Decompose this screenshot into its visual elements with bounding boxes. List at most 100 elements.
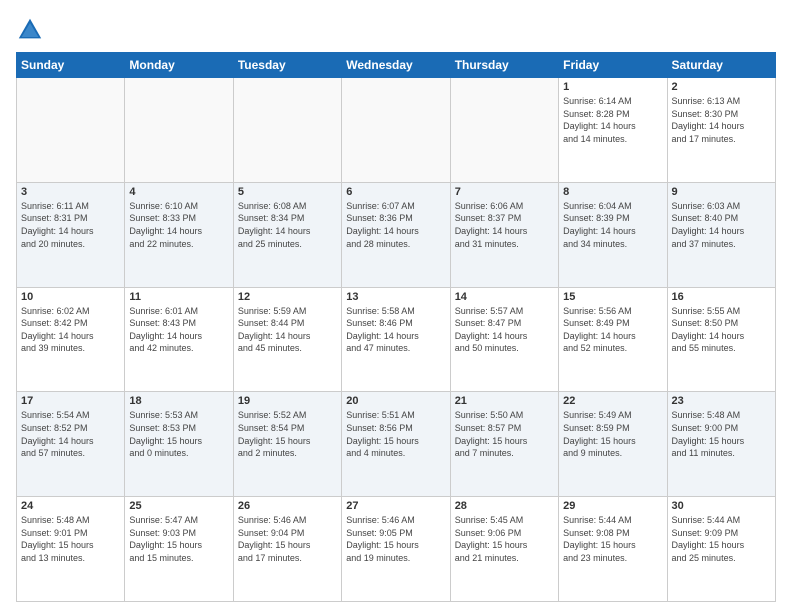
- weekday-header: Monday: [125, 53, 233, 78]
- calendar-cell: [450, 78, 558, 183]
- calendar-cell: [17, 78, 125, 183]
- calendar-cell: 26 Sunrise: 5:46 AM Sunset: 9:04 PM Dayli…: [233, 497, 341, 602]
- calendar-cell: 15 Sunrise: 5:56 AM Sunset: 8:49 PM Dayli…: [559, 287, 667, 392]
- calendar-cell: [233, 78, 341, 183]
- day-info: Sunrise: 5:56 AM Sunset: 8:49 PM Dayligh…: [563, 305, 662, 355]
- day-info: Sunrise: 5:50 AM Sunset: 8:57 PM Dayligh…: [455, 409, 554, 459]
- day-number: 25: [129, 500, 228, 512]
- day-info: Sunrise: 6:04 AM Sunset: 8:39 PM Dayligh…: [563, 200, 662, 250]
- calendar-week-row: 10Sunrise: 6:02 AM Sunset: 8:42 PM Dayli…: [17, 287, 776, 392]
- calendar-cell: 5 Sunrise: 6:08 AM Sunset: 8:34 PM Daylig…: [233, 182, 341, 287]
- calendar-cell: 8 Sunrise: 6:04 AM Sunset: 8:39 PM Daylig…: [559, 182, 667, 287]
- day-info: Sunrise: 5:52 AM Sunset: 8:54 PM Dayligh…: [238, 409, 337, 459]
- calendar-week-row: 17 Sunrise: 5:54 AM Sunset: 8:52 PM Dayli…: [17, 392, 776, 497]
- calendar-cell: 18Sunrise: 5:53 AM Sunset: 8:53 PM Dayli…: [125, 392, 233, 497]
- calendar-cell: 13 Sunrise: 5:58 AM Sunset: 8:46 PM Dayli…: [342, 287, 450, 392]
- day-number: 11: [129, 291, 228, 303]
- day-number: 5: [238, 186, 337, 198]
- calendar-cell: 17 Sunrise: 5:54 AM Sunset: 8:52 PM Dayli…: [17, 392, 125, 497]
- calendar-cell: 4 Sunrise: 6:10 AM Sunset: 8:33 PM Daylig…: [125, 182, 233, 287]
- calendar-cell: 12 Sunrise: 5:59 AM Sunset: 8:44 PM Dayli…: [233, 287, 341, 392]
- day-info: Sunrise: 5:45 AM Sunset: 9:06 PM Dayligh…: [455, 514, 554, 564]
- day-info: Sunrise: 5:54 AM Sunset: 8:52 PM Dayligh…: [21, 409, 120, 459]
- calendar-cell: [342, 78, 450, 183]
- calendar-cell: 29Sunrise: 5:44 AM Sunset: 9:08 PM Dayli…: [559, 497, 667, 602]
- calendar-cell: 24 Sunrise: 5:48 AM Sunset: 9:01 PM Dayli…: [17, 497, 125, 602]
- weekday-header: Wednesday: [342, 53, 450, 78]
- day-info: Sunrise: 6:11 AM Sunset: 8:31 PM Dayligh…: [21, 200, 120, 250]
- day-info: Sunrise: 6:03 AM Sunset: 8:40 PM Dayligh…: [672, 200, 771, 250]
- day-number: 4: [129, 186, 228, 198]
- day-number: 20: [346, 395, 445, 407]
- day-number: 21: [455, 395, 554, 407]
- day-info: Sunrise: 5:48 AM Sunset: 9:01 PM Dayligh…: [21, 514, 120, 564]
- day-number: 29: [563, 500, 662, 512]
- calendar-cell: 14Sunrise: 5:57 AM Sunset: 8:47 PM Dayli…: [450, 287, 558, 392]
- calendar-week-row: 24 Sunrise: 5:48 AM Sunset: 9:01 PM Dayli…: [17, 497, 776, 602]
- day-number: 12: [238, 291, 337, 303]
- day-number: 26: [238, 500, 337, 512]
- day-number: 30: [672, 500, 771, 512]
- calendar-cell: 9 Sunrise: 6:03 AM Sunset: 8:40 PM Daylig…: [667, 182, 775, 287]
- day-info: Sunrise: 5:51 AM Sunset: 8:56 PM Dayligh…: [346, 409, 445, 459]
- calendar-cell: 7 Sunrise: 6:06 AM Sunset: 8:37 PM Daylig…: [450, 182, 558, 287]
- day-number: 1: [563, 81, 662, 93]
- day-info: Sunrise: 5:46 AM Sunset: 9:05 PM Dayligh…: [346, 514, 445, 564]
- calendar-cell: 22 Sunrise: 5:49 AM Sunset: 8:59 PM Dayli…: [559, 392, 667, 497]
- day-number: 14: [455, 291, 554, 303]
- header: [16, 16, 776, 44]
- calendar-cell: 3Sunrise: 6:11 AM Sunset: 8:31 PM Daylig…: [17, 182, 125, 287]
- calendar-table: SundayMondayTuesdayWednesdayThursdayFrid…: [16, 52, 776, 602]
- day-info: Sunrise: 5:58 AM Sunset: 8:46 PM Dayligh…: [346, 305, 445, 355]
- day-number: 23: [672, 395, 771, 407]
- day-info: Sunrise: 5:49 AM Sunset: 8:59 PM Dayligh…: [563, 409, 662, 459]
- day-info: Sunrise: 6:14 AM Sunset: 8:28 PM Dayligh…: [563, 95, 662, 145]
- calendar-cell: 11 Sunrise: 6:01 AM Sunset: 8:43 PM Dayli…: [125, 287, 233, 392]
- day-info: Sunrise: 5:46 AM Sunset: 9:04 PM Dayligh…: [238, 514, 337, 564]
- weekday-header: Tuesday: [233, 53, 341, 78]
- calendar-week-row: 3Sunrise: 6:11 AM Sunset: 8:31 PM Daylig…: [17, 182, 776, 287]
- day-info: Sunrise: 5:59 AM Sunset: 8:44 PM Dayligh…: [238, 305, 337, 355]
- day-info: Sunrise: 6:07 AM Sunset: 8:36 PM Dayligh…: [346, 200, 445, 250]
- page: SundayMondayTuesdayWednesdayThursdayFrid…: [0, 0, 792, 612]
- weekday-header: Thursday: [450, 53, 558, 78]
- calendar-cell: 1 Sunrise: 6:14 AM Sunset: 8:28 PM Daylig…: [559, 78, 667, 183]
- day-number: 24: [21, 500, 120, 512]
- calendar-week-row: 1 Sunrise: 6:14 AM Sunset: 8:28 PM Daylig…: [17, 78, 776, 183]
- day-number: 8: [563, 186, 662, 198]
- day-info: Sunrise: 6:10 AM Sunset: 8:33 PM Dayligh…: [129, 200, 228, 250]
- day-info: Sunrise: 6:13 AM Sunset: 8:30 PM Dayligh…: [672, 95, 771, 145]
- day-number: 6: [346, 186, 445, 198]
- day-info: Sunrise: 5:53 AM Sunset: 8:53 PM Dayligh…: [129, 409, 228, 459]
- logo: [16, 16, 48, 44]
- weekday-header: Friday: [559, 53, 667, 78]
- calendar-cell: 20 Sunrise: 5:51 AM Sunset: 8:56 PM Dayli…: [342, 392, 450, 497]
- day-number: 22: [563, 395, 662, 407]
- calendar-cell: 28 Sunrise: 5:45 AM Sunset: 9:06 PM Dayli…: [450, 497, 558, 602]
- calendar-cell: [125, 78, 233, 183]
- day-number: 15: [563, 291, 662, 303]
- day-info: Sunrise: 6:01 AM Sunset: 8:43 PM Dayligh…: [129, 305, 228, 355]
- day-info: Sunrise: 5:47 AM Sunset: 9:03 PM Dayligh…: [129, 514, 228, 564]
- weekday-header: Sunday: [17, 53, 125, 78]
- day-number: 13: [346, 291, 445, 303]
- calendar-cell: 21 Sunrise: 5:50 AM Sunset: 8:57 PM Dayli…: [450, 392, 558, 497]
- day-number: 19: [238, 395, 337, 407]
- calendar-cell: 2 Sunrise: 6:13 AM Sunset: 8:30 PM Daylig…: [667, 78, 775, 183]
- day-number: 9: [672, 186, 771, 198]
- day-number: 2: [672, 81, 771, 93]
- calendar-cell: 10Sunrise: 6:02 AM Sunset: 8:42 PM Dayli…: [17, 287, 125, 392]
- calendar-cell: 27 Sunrise: 5:46 AM Sunset: 9:05 PM Dayli…: [342, 497, 450, 602]
- day-info: Sunrise: 6:02 AM Sunset: 8:42 PM Dayligh…: [21, 305, 120, 355]
- day-number: 28: [455, 500, 554, 512]
- day-number: 17: [21, 395, 120, 407]
- day-number: 7: [455, 186, 554, 198]
- day-info: Sunrise: 6:08 AM Sunset: 8:34 PM Dayligh…: [238, 200, 337, 250]
- logo-icon: [16, 16, 44, 44]
- calendar-cell: 23Sunrise: 5:48 AM Sunset: 9:00 PM Dayli…: [667, 392, 775, 497]
- calendar-cell: 6 Sunrise: 6:07 AM Sunset: 8:36 PM Daylig…: [342, 182, 450, 287]
- calendar-cell: 19 Sunrise: 5:52 AM Sunset: 8:54 PM Dayli…: [233, 392, 341, 497]
- day-info: Sunrise: 5:55 AM Sunset: 8:50 PM Dayligh…: [672, 305, 771, 355]
- day-number: 27: [346, 500, 445, 512]
- day-info: Sunrise: 6:06 AM Sunset: 8:37 PM Dayligh…: [455, 200, 554, 250]
